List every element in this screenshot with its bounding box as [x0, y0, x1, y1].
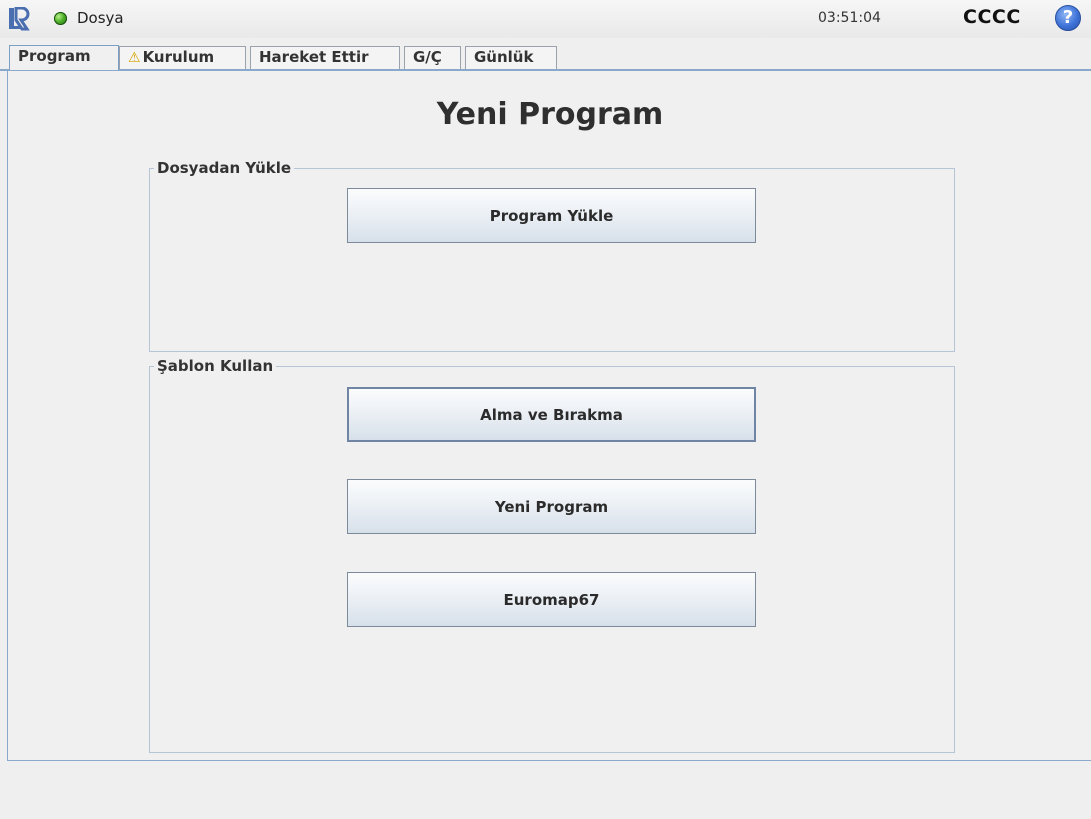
- help-icon[interactable]: ?: [1055, 5, 1081, 31]
- clock: 03:51:04: [818, 10, 881, 26]
- warning-icon: ⚠: [128, 50, 141, 66]
- load-from-file-label: Dosyadan Yükle: [154, 159, 295, 177]
- tab-program[interactable]: Program: [9, 45, 119, 70]
- tab-move[interactable]: Hareket Ettir: [250, 46, 400, 69]
- load-from-file-group: Dosyadan Yükle Program Yükle: [149, 159, 955, 352]
- use-template-group: Şablon Kullan Alma ve Bırakma Yeni Progr…: [149, 357, 955, 753]
- tab-log[interactable]: Günlük: [465, 46, 557, 69]
- tab-setup[interactable]: ⚠ Kurulum: [119, 46, 246, 69]
- ur-logo-icon: [9, 7, 30, 31]
- page-title: Yeni Program: [436, 97, 664, 132]
- euromap67-button[interactable]: Euromap67: [347, 572, 756, 627]
- tab-setup-label: Kurulum: [142, 48, 215, 66]
- tab-program-label: Program: [18, 47, 91, 65]
- load-program-button[interactable]: Program Yükle: [347, 188, 756, 243]
- status-green-icon: [54, 12, 67, 25]
- file-menu[interactable]: Dosya: [77, 9, 124, 27]
- tab-io-label: G/Ç: [413, 48, 442, 66]
- tab-log-label: Günlük: [474, 48, 534, 66]
- tab-move-label: Hareket Ettir: [259, 48, 369, 66]
- program-panel: Yeni Program Dosyadan Yükle Program Yükl…: [7, 71, 1091, 761]
- pick-and-place-button[interactable]: Alma ve Bırakma: [347, 387, 756, 442]
- tab-io[interactable]: G/Ç: [404, 46, 461, 69]
- tab-bar: Program ⚠ Kurulum Hareket Ettir G/Ç Günlü…: [0, 42, 1091, 70]
- use-template-label: Şablon Kullan: [154, 357, 277, 375]
- new-program-button[interactable]: Yeni Program: [347, 479, 756, 534]
- robot-name: CCCC: [963, 6, 1021, 28]
- top-bar: Dosya 03:51:04 CCCC ?: [0, 0, 1091, 38]
- bottom-strip: [0, 762, 1091, 819]
